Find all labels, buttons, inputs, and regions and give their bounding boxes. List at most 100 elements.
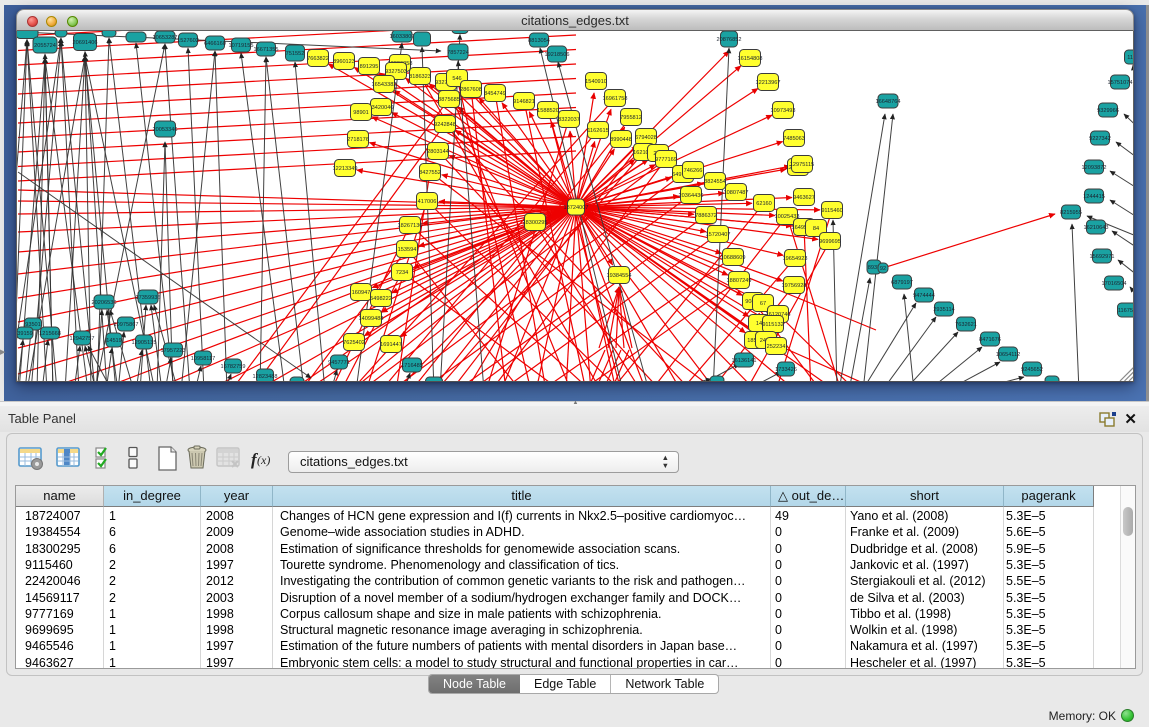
svg-text:9699695: 9699695 (819, 239, 841, 245)
svg-text:14: 14 (756, 321, 762, 327)
svg-text:1215668: 1215668 (39, 331, 61, 337)
svg-text:2935114: 2935114 (933, 307, 954, 313)
svg-text:8813054: 8813054 (528, 38, 550, 44)
svg-text:14099488: 14099488 (359, 316, 384, 322)
svg-text:62160: 62160 (756, 201, 772, 207)
svg-text:20053346: 20053346 (153, 127, 178, 133)
svg-text:9242848: 9242848 (434, 122, 456, 128)
svg-text:6466160: 6466160 (204, 41, 226, 47)
svg-text:8215955: 8215955 (1060, 210, 1082, 216)
svg-text:1691447: 1691447 (380, 342, 402, 348)
svg-text:(x): (x) (257, 453, 270, 467)
svg-text:1162615: 1162615 (587, 128, 608, 134)
svg-text:18267130: 18267130 (398, 223, 423, 229)
svg-text:9115460: 9115460 (821, 208, 842, 214)
svg-text:2718176: 2718176 (347, 137, 369, 143)
svg-text:3875685: 3875685 (438, 97, 460, 103)
svg-text:7234: 7234 (396, 270, 408, 276)
svg-text:891295: 891295 (360, 64, 379, 70)
svg-text:7663822: 7663822 (307, 56, 329, 62)
svg-text:1733426: 1733426 (775, 367, 797, 373)
svg-text:12942757: 12942757 (70, 336, 95, 342)
svg-text:9227342: 9227342 (1089, 136, 1111, 142)
svg-text:16154808: 16154808 (738, 56, 763, 62)
svg-text:1588520: 1588520 (537, 108, 559, 114)
svg-text:9474444: 9474444 (913, 293, 935, 299)
svg-text:6794028: 6794028 (635, 135, 657, 141)
svg-text:2055724: 2055724 (34, 43, 56, 49)
svg-text:16210643: 16210643 (1084, 225, 1109, 231)
svg-text:10975867: 10975867 (114, 322, 139, 328)
svg-text:14519: 14519 (106, 338, 122, 344)
svg-text:18724007: 18724007 (564, 205, 589, 211)
svg-text:8322037: 8322037 (558, 117, 580, 123)
svg-text:9329966: 9329966 (1097, 108, 1119, 114)
svg-text:746266: 746266 (684, 168, 703, 174)
svg-text:17016504: 17016504 (1102, 281, 1127, 287)
svg-text:10958117: 10958117 (191, 356, 215, 362)
svg-text:8427552: 8427552 (419, 170, 441, 176)
svg-text:7857224: 7857224 (447, 50, 469, 56)
svg-text:12975115: 12975115 (790, 162, 814, 168)
svg-text:6879197: 6879197 (891, 280, 913, 286)
svg-text:9457771: 9457771 (328, 360, 350, 366)
svg-text:116753: 116753 (1118, 308, 1134, 314)
svg-text:19218506: 19218506 (545, 52, 570, 58)
svg-text:19654923: 19654923 (783, 256, 808, 262)
svg-text:16961758: 16961758 (603, 96, 628, 102)
svg-text:1540910: 1540910 (585, 79, 607, 85)
svg-text:8960123: 8960123 (333, 59, 355, 65)
svg-text:7485063: 7485063 (783, 136, 805, 142)
svg-text:19756928: 19756928 (782, 283, 807, 289)
svg-text:12823488: 12823488 (253, 374, 278, 380)
svg-text:7955812: 7955812 (620, 115, 642, 121)
svg-text:19384554: 19384554 (607, 273, 632, 279)
svg-text:153594: 153594 (398, 247, 417, 253)
svg-text:15751074: 15751074 (1108, 80, 1133, 86)
svg-text:18807249: 18807249 (727, 278, 752, 284)
svg-text:9463627: 9463627 (793, 195, 815, 201)
svg-text:9327503: 9327503 (385, 69, 407, 75)
svg-text:10719155: 10719155 (229, 43, 254, 49)
svg-text:8990448: 8990448 (610, 137, 632, 143)
svg-text:1244415: 1244415 (1083, 194, 1105, 200)
svg-text:9245652: 9245652 (1021, 367, 1043, 373)
svg-text:751552: 751552 (286, 51, 305, 57)
svg-text:8454749: 8454749 (484, 91, 506, 97)
svg-text:20206536: 20206536 (92, 300, 117, 306)
svg-text:8471676: 8471676 (979, 337, 1001, 343)
svg-text:546: 546 (452, 76, 461, 82)
svg-text:12905135: 12905135 (132, 340, 157, 346)
svg-text:16136141: 16136141 (732, 358, 757, 364)
svg-text:1716485: 1716485 (401, 363, 423, 369)
svg-text:9115132: 9115132 (762, 322, 783, 328)
svg-text:7886372: 7886372 (695, 213, 717, 219)
svg-text:20364436: 20364436 (679, 193, 704, 199)
svg-text:92: 92 (880, 266, 886, 272)
svg-text:10688609: 10688609 (721, 255, 746, 261)
svg-text:16033809: 16033809 (390, 34, 415, 40)
svg-text:12093872: 12093872 (1082, 165, 1107, 171)
svg-text:252234: 252234 (767, 344, 786, 350)
svg-text:2803144: 2803144 (427, 149, 449, 155)
svg-text:7625402: 7625402 (343, 340, 365, 346)
svg-text:39159: 39159 (17, 331, 33, 337)
svg-text:3824554: 3824554 (704, 179, 726, 185)
svg-text:10653287: 10653287 (153, 35, 178, 41)
svg-text:10807487: 10807487 (724, 190, 749, 196)
svg-text:23420046: 23420046 (369, 105, 394, 111)
svg-text:20691406: 20691406 (73, 40, 98, 46)
svg-text:16782759: 16782759 (221, 364, 246, 370)
svg-text:5498222: 5498222 (370, 296, 392, 302)
svg-text:1112: 1112 (1127, 55, 1134, 61)
svg-text:1527602: 1527602 (177, 38, 199, 44)
svg-text:17359936: 17359936 (136, 295, 161, 301)
svg-text:16648764: 16648764 (876, 99, 901, 105)
svg-text:17957223: 17957223 (161, 348, 186, 354)
svg-text:16671355: 16671355 (254, 47, 279, 53)
svg-text:10973493: 10973493 (771, 108, 796, 114)
svg-text:9777169: 9777169 (655, 157, 677, 163)
svg-text:84: 84 (813, 226, 819, 232)
svg-text:15720407: 15720407 (706, 232, 731, 238)
svg-text:7632621: 7632621 (955, 322, 977, 328)
